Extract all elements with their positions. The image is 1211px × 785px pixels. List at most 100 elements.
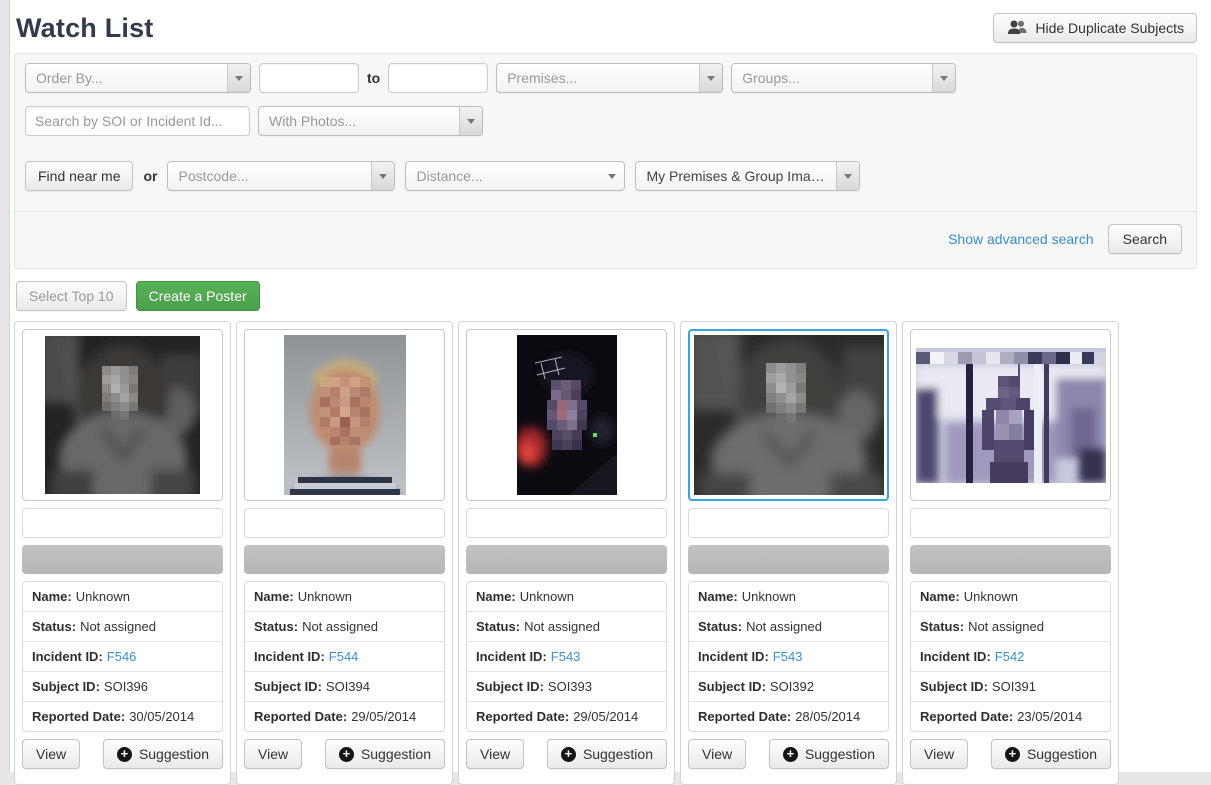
detail-row-status: Status:Not assigned (23, 611, 222, 641)
subject-details: Name:Unknown Status:Not assigned Inciden… (466, 581, 667, 732)
plus-circle-icon (783, 747, 798, 762)
view-button[interactable]: View (466, 739, 524, 769)
plus-circle-icon (339, 747, 354, 762)
create-poster-button[interactable]: Create a Poster (136, 281, 260, 311)
subject-photo-frame[interactable] (22, 329, 223, 501)
subject-details: Name:Unknown Status:Not assigned Inciden… (244, 581, 445, 732)
incident-link[interactable]: F543 (551, 649, 581, 664)
subject-photo-frame[interactable] (244, 329, 445, 501)
detail-row-status: Status:Not assigned (911, 611, 1110, 641)
search-panel: Order By... to Premises... Groups... Wit… (14, 53, 1197, 269)
range-to-input[interactable] (388, 63, 488, 93)
detail-row-subject: Subject ID:SOI394 (245, 671, 444, 701)
search-footer: Show advanced search Search (15, 211, 1196, 268)
soi-search-input[interactable] (25, 106, 250, 136)
incident-link[interactable]: F543 (773, 649, 803, 664)
filter-row-2: With Photos... (25, 106, 1186, 136)
notes-box (244, 508, 445, 538)
detail-row-incident: Incident ID:F542 (911, 641, 1110, 671)
detail-row-status: Status:Not assigned (467, 611, 666, 641)
chevron-down-icon (699, 64, 722, 92)
suggestion-button[interactable]: Suggestion (547, 739, 667, 769)
chevron-down-icon (836, 162, 859, 190)
view-button[interactable]: View (688, 739, 746, 769)
page-header: Watch List Hide Duplicate Subjects (14, 0, 1197, 44)
distance-select[interactable]: Distance... (405, 161, 625, 191)
incident-link[interactable]: F542 (995, 649, 1025, 664)
chevron-down-icon (932, 64, 955, 92)
detail-row-incident: Incident ID:F546 (23, 641, 222, 671)
detail-row-status: Status:Not assigned (689, 611, 888, 641)
view-button[interactable]: View (910, 739, 968, 769)
card-actions: View Suggestion (466, 739, 667, 769)
incident-link[interactable]: F544 (329, 649, 359, 664)
with-photos-select[interactable]: With Photos... (258, 106, 483, 136)
subject-details: Name:Unknown Status:Not assigned Inciden… (22, 581, 223, 732)
detail-row-reported: Reported Date:29/05/2014 (245, 701, 444, 731)
subject-card: Name:Unknown Status:Not assigned Inciden… (680, 321, 897, 785)
search-button[interactable]: Search (1108, 224, 1182, 254)
filter-row-1: Order By... to Premises... Groups... (25, 63, 1186, 93)
detail-row-incident: Incident ID:F543 (689, 641, 888, 671)
groups-select[interactable]: Groups... (731, 63, 956, 93)
detail-row-reported: Reported Date:29/05/2014 (467, 701, 666, 731)
chevron-down-icon (608, 174, 616, 179)
detail-row-reported: Reported Date:23/05/2014 (911, 701, 1110, 731)
card-actions: View Suggestion (244, 739, 445, 769)
subject-photo (517, 335, 617, 495)
redacted-bar (688, 545, 889, 574)
subject-photo-frame[interactable] (910, 329, 1111, 501)
users-icon (1006, 20, 1028, 37)
detail-row-subject: Subject ID:SOI392 (689, 671, 888, 701)
detail-row-subject: Subject ID:SOI396 (23, 671, 222, 701)
view-button[interactable]: View (22, 739, 80, 769)
card-actions: View Suggestion (910, 739, 1111, 769)
subject-photo-frame[interactable] (466, 329, 667, 501)
card-actions: View Suggestion (688, 739, 889, 769)
subject-details: Name:Unknown Status:Not assigned Inciden… (688, 581, 889, 732)
redacted-bar (910, 545, 1111, 574)
advanced-search-link[interactable]: Show advanced search (948, 231, 1094, 247)
redacted-bar (244, 545, 445, 574)
or-label: or (143, 168, 157, 184)
find-near-me-button[interactable]: Find near me (25, 161, 133, 191)
plus-circle-icon (1005, 747, 1020, 762)
suggestion-button[interactable]: Suggestion (103, 739, 223, 769)
chevron-down-icon (459, 107, 482, 135)
watch-list-page: Watch List Hide Duplicate Subjects Order… (9, 0, 1211, 772)
list-actions: Select Top 10 Create a Poster (14, 281, 1197, 311)
card-actions: View Suggestion (22, 739, 223, 769)
detail-row-subject: Subject ID:SOI391 (911, 671, 1110, 701)
suggestion-button[interactable]: Suggestion (325, 739, 445, 769)
select-top-10-button[interactable]: Select Top 10 (16, 281, 127, 311)
range-from-input[interactable] (259, 63, 359, 93)
detail-row-name: Name:Unknown (467, 582, 666, 611)
suggestion-button[interactable]: Suggestion (769, 739, 889, 769)
notes-box (910, 508, 1111, 538)
hide-duplicate-subjects-button[interactable]: Hide Duplicate Subjects (993, 13, 1197, 43)
redacted-bar (22, 545, 223, 574)
range-to-label: to (367, 70, 380, 86)
watch-list-cards: Name:Unknown Status:Not assigned Inciden… (14, 321, 1197, 785)
view-button[interactable]: View (244, 739, 302, 769)
incident-link[interactable]: F546 (107, 649, 137, 664)
premises-select[interactable]: Premises... (496, 63, 723, 93)
subject-photo (284, 335, 406, 495)
detail-row-incident: Incident ID:F543 (467, 641, 666, 671)
subject-card: Name:Unknown Status:Not assigned Inciden… (236, 321, 453, 785)
chevron-down-icon (227, 64, 250, 92)
postcode-select[interactable]: Postcode... (167, 161, 395, 191)
filter-row-3: Find near me or Postcode... Distance... … (25, 161, 1186, 191)
image-scope-select[interactable]: My Premises & Group Images (635, 161, 860, 191)
subject-photo (45, 336, 200, 494)
redacted-bar (466, 545, 667, 574)
subject-photo-frame[interactable] (688, 329, 889, 501)
plus-circle-icon (561, 747, 576, 762)
subject-card: Name:Unknown Status:Not assigned Inciden… (902, 321, 1119, 785)
chevron-down-icon (371, 162, 394, 190)
subject-card: Name:Unknown Status:Not assigned Inciden… (14, 321, 231, 785)
suggestion-button[interactable]: Suggestion (991, 739, 1111, 769)
detail-row-reported: Reported Date:28/05/2014 (689, 701, 888, 731)
subject-details: Name:Unknown Status:Not assigned Inciden… (910, 581, 1111, 732)
order-by-select[interactable]: Order By... (25, 63, 251, 93)
